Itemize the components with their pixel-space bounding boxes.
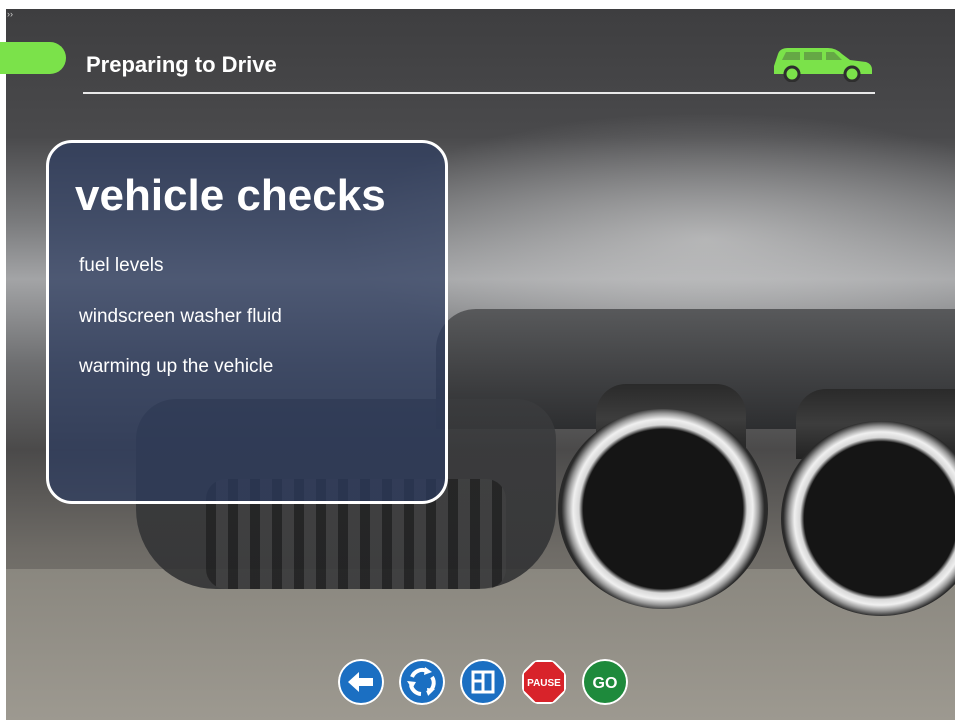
pause-label: PAUSE [527,678,561,689]
panel-title: vehicle checks [75,171,386,220]
panel-item-fuel: fuel levels [79,255,164,276]
exhaust-pipe-left [558,409,768,609]
go-label: GO [593,675,618,692]
corner-expand-icon[interactable]: ›› [7,9,13,19]
vehicle-checks-panel: vehicle checks fuel levels windscreen wa… [46,140,448,504]
header-divider [83,92,875,94]
header-accent-tab [0,42,66,74]
menu-button[interactable] [460,659,506,705]
car-icon [774,48,872,82]
back-button[interactable] [338,659,384,705]
page-title: Preparing to Drive [86,52,277,77]
go-button[interactable]: GO [582,659,628,705]
panel-item-warming-up: warming up the vehicle [79,356,274,377]
pause-button[interactable]: PAUSE [521,659,567,705]
panel-item-washer-fluid: windscreen washer fluid [79,306,282,327]
replay-button[interactable] [399,659,445,705]
